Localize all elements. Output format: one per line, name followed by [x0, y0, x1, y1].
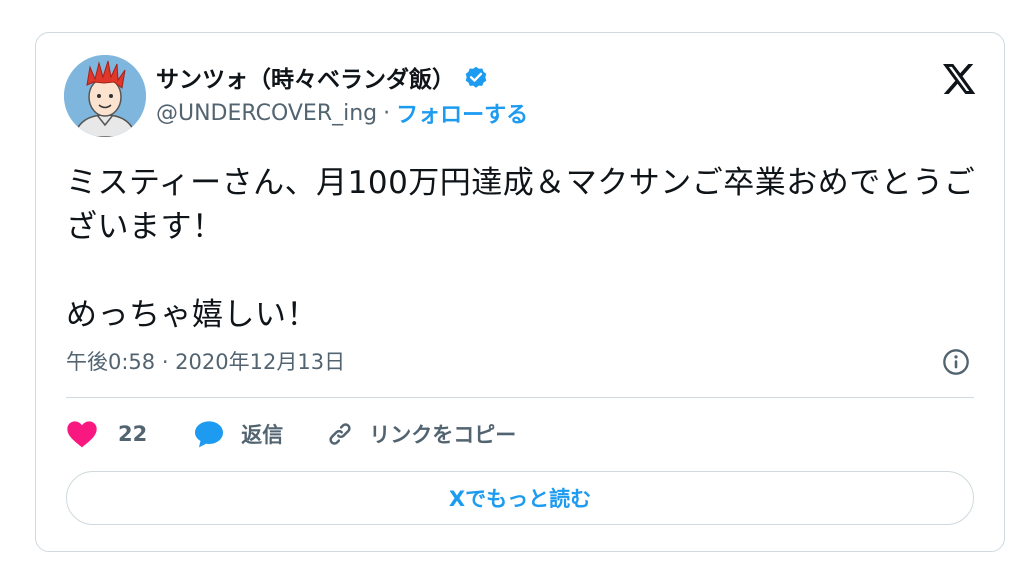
- avatar-illustration: [64, 55, 146, 137]
- author-display-name[interactable]: サンツォ（時々ベランダ飯）: [156, 60, 455, 94]
- speech-bubble-icon: [195, 421, 224, 448]
- copy-link-button[interactable]: リンクをコピー: [325, 419, 516, 449]
- read-more-button[interactable]: Xでもっと読む: [66, 471, 974, 525]
- copy-link-label: リンクをコピー: [369, 423, 517, 447]
- author-handle-row: @UNDERCOVER_ing · フォローする: [156, 97, 528, 129]
- verified-badge-icon: [465, 66, 487, 88]
- separator-dot: ·: [383, 100, 391, 126]
- follow-button[interactable]: フォローする: [396, 97, 528, 129]
- x-logo-icon[interactable]: [940, 61, 976, 97]
- reply-button[interactable]: 返信: [193, 419, 283, 449]
- tweet-embed-card: サンツォ（時々ベランダ飯） @UNDERCOVER_ing · フォローする ミ…: [35, 32, 1005, 552]
- action-bar: 22 返信 リンクをコピー: [66, 415, 516, 453]
- tweet-paragraph: めっちゃ嬉しい！: [66, 297, 318, 333]
- author-name-row: サンツォ（時々ベランダ飯）: [156, 59, 489, 95]
- like-button[interactable]: 22: [66, 419, 147, 449]
- avatar[interactable]: [64, 55, 146, 137]
- heart-icon: [67, 421, 97, 448]
- like-count: 22: [118, 422, 148, 446]
- divider: [66, 397, 974, 398]
- info-icon[interactable]: [942, 348, 970, 376]
- link-icon: [329, 423, 351, 445]
- author-handle[interactable]: @UNDERCOVER_ing: [156, 101, 377, 126]
- tweet-text: ミスティーさん、月100万円達成＆マクサンご卒業おめでとうございます！ めっちゃ…: [66, 161, 986, 337]
- reply-label: 返信: [241, 423, 284, 447]
- tweet-timestamp[interactable]: 午後0:58 · 2020年12月13日: [66, 346, 345, 376]
- tweet-paragraph: ミスティーさん、月100万円達成＆マクサンご卒業おめでとうございます！: [66, 165, 976, 245]
